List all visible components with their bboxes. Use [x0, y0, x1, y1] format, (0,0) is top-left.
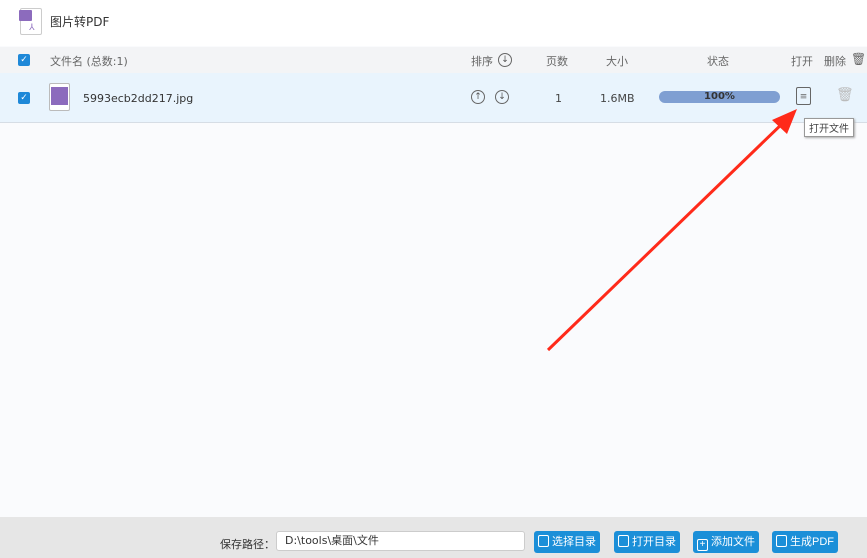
save-path-label: 保存路径： — [220, 538, 275, 551]
document-icon — [776, 535, 787, 547]
generate-pdf-button[interactable]: 生成PDF — [772, 531, 838, 553]
add-file-button[interactable]: + 添加文件 — [693, 531, 759, 553]
open-directory-button[interactable]: 打开目录 — [614, 531, 680, 553]
save-icon — [538, 535, 549, 547]
plus-icon: + — [697, 539, 708, 551]
arrow-line — [546, 119, 787, 352]
choose-directory-button[interactable]: 选择目录 — [534, 531, 600, 553]
folder-icon — [618, 535, 629, 547]
save-path-input[interactable]: D:\tools\桌面\文件 — [276, 531, 525, 551]
red-arrow-annotation — [546, 109, 797, 352]
